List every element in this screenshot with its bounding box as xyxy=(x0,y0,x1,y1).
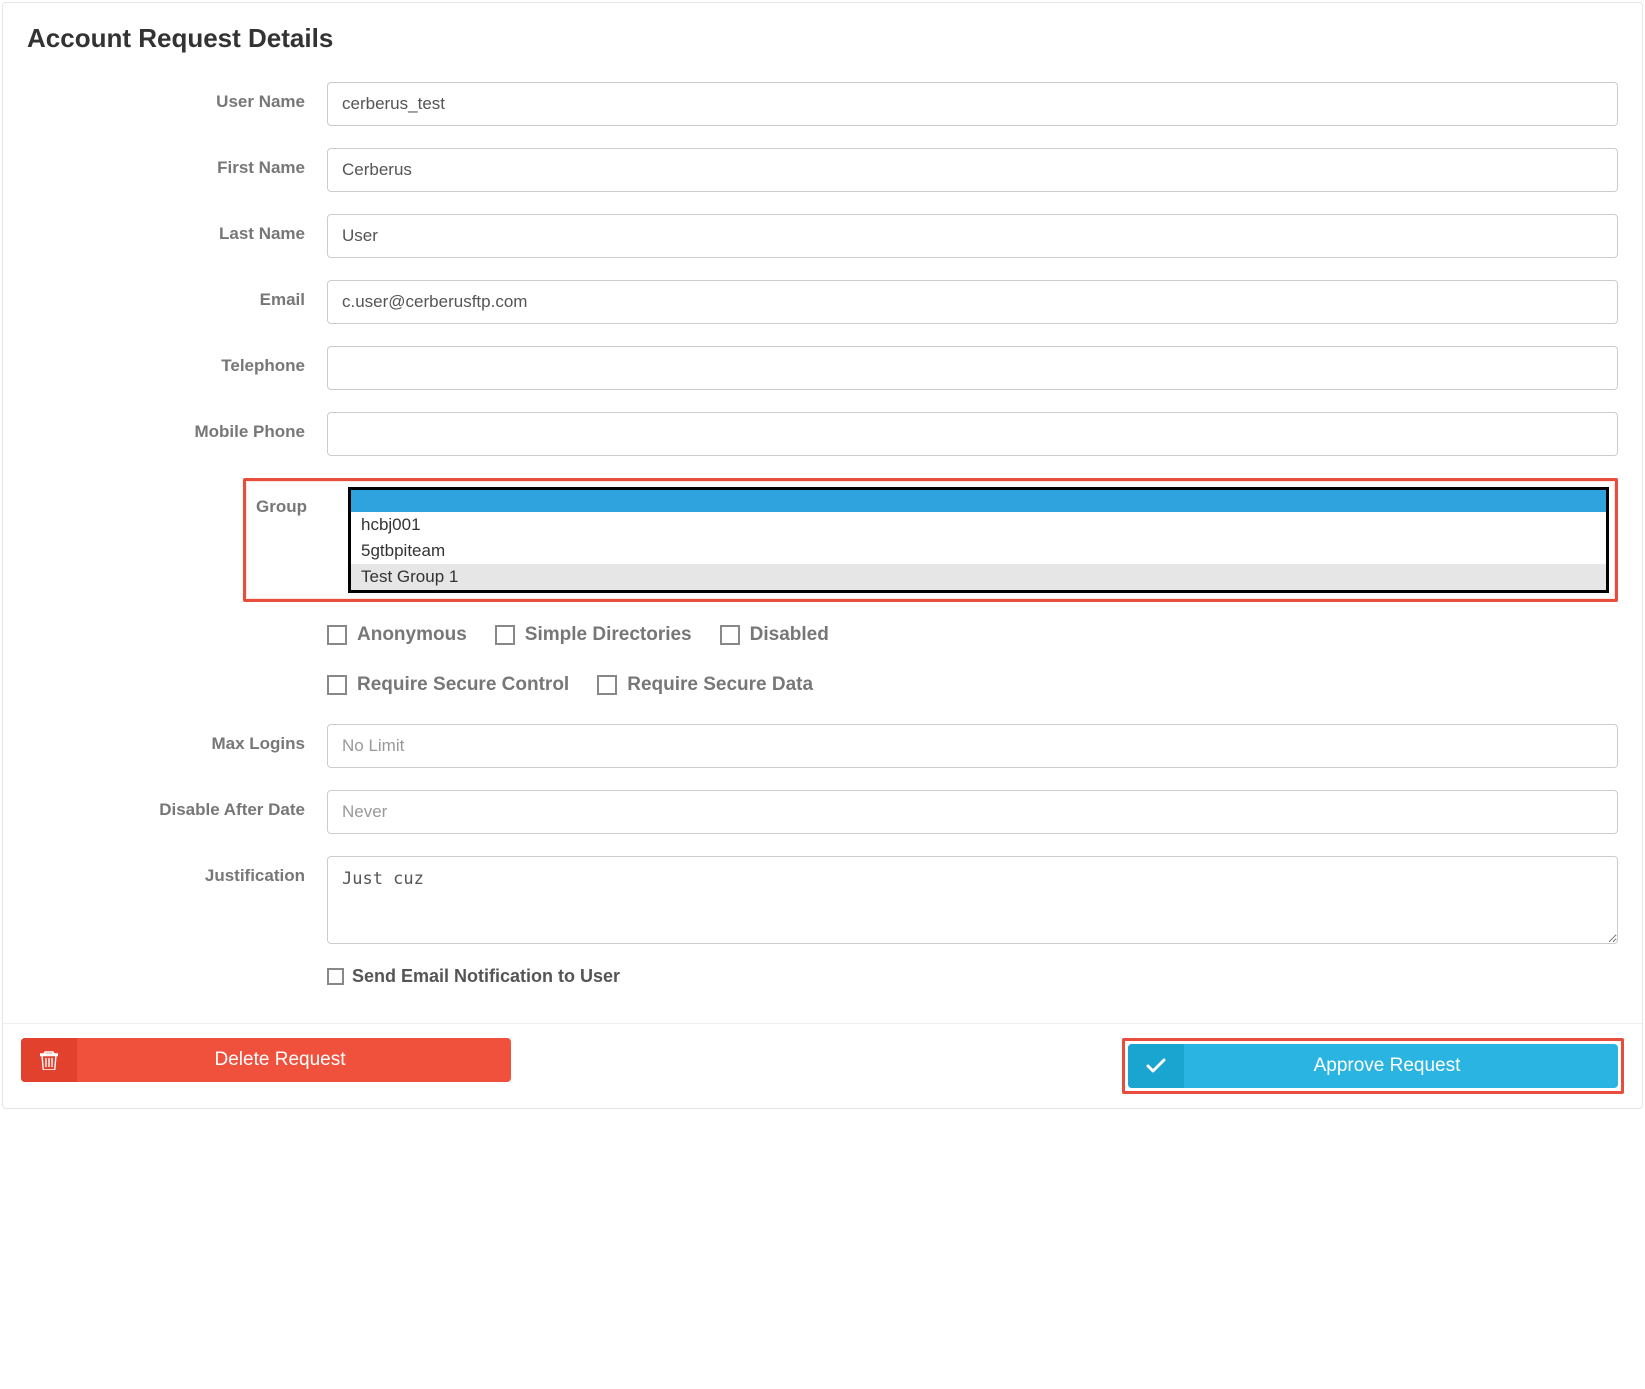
row-telephone: Telephone xyxy=(27,346,1618,390)
checkbox-require-secure-data[interactable]: Require Secure Data xyxy=(597,674,813,696)
checkbox-require-secure-control-label: Require Secure Control xyxy=(357,674,569,696)
label-disable-after-date: Disable After Date xyxy=(27,790,327,820)
input-email[interactable] xyxy=(327,280,1618,324)
checkbox-box-icon xyxy=(495,625,515,645)
delete-request-button[interactable]: Delete Request xyxy=(21,1038,511,1082)
row-justification: Justification xyxy=(27,856,1618,944)
checkbox-require-secure-control[interactable]: Require Secure Control xyxy=(327,674,569,696)
check-icon xyxy=(1128,1044,1184,1088)
textarea-justification[interactable] xyxy=(327,856,1618,944)
panel-body: Account Request Details User Name First … xyxy=(3,3,1642,1023)
label-telephone: Telephone xyxy=(27,346,327,376)
input-mobile-phone[interactable] xyxy=(327,412,1618,456)
row-max-logins: Max Logins xyxy=(27,724,1618,768)
checkbox-disabled[interactable]: Disabled xyxy=(720,624,829,646)
checkbox-box-icon xyxy=(597,675,617,695)
checkbox-anonymous-label: Anonymous xyxy=(357,624,467,646)
row-group: Group hcbj001 5gtbpiteam Test Group 1 xyxy=(27,478,1618,602)
checkbox-box-icon xyxy=(327,675,347,695)
label-first-name: First Name xyxy=(27,148,327,178)
row-notify: Send Email Notification to User xyxy=(327,966,1618,987)
group-option-test-group-1[interactable]: Test Group 1 xyxy=(351,564,1606,590)
input-user-name[interactable] xyxy=(327,82,1618,126)
checkbox-send-email-notification[interactable]: Send Email Notification to User xyxy=(327,966,620,987)
account-request-panel: Account Request Details User Name First … xyxy=(2,2,1643,1109)
checkbox-row-1: Anonymous Simple Directories Disabled xyxy=(327,624,1618,646)
input-last-name[interactable] xyxy=(327,214,1618,258)
delete-request-label: Delete Request xyxy=(77,1049,511,1071)
group-highlight-annotation: Group hcbj001 5gtbpiteam Test Group 1 xyxy=(243,478,1618,602)
group-option-empty[interactable] xyxy=(351,490,1606,512)
label-mobile-phone: Mobile Phone xyxy=(27,412,327,442)
approve-highlight-annotation: Approve Request xyxy=(1122,1038,1624,1094)
row-mobile-phone: Mobile Phone xyxy=(27,412,1618,456)
checkbox-simple-directories-label: Simple Directories xyxy=(525,624,692,646)
select-group[interactable]: hcbj001 5gtbpiteam Test Group 1 xyxy=(348,487,1609,593)
input-disable-after-date[interactable] xyxy=(327,790,1618,834)
checkbox-box-icon xyxy=(720,625,740,645)
approve-request-button[interactable]: Approve Request xyxy=(1128,1044,1618,1088)
label-justification: Justification xyxy=(27,856,327,886)
checkbox-anonymous[interactable]: Anonymous xyxy=(327,624,467,646)
group-option-hcbj001[interactable]: hcbj001 xyxy=(351,512,1606,538)
label-user-name: User Name xyxy=(27,82,327,112)
label-email: Email xyxy=(27,280,327,310)
checkbox-box-icon xyxy=(327,968,344,985)
label-group: Group xyxy=(252,487,348,593)
page-title: Account Request Details xyxy=(27,23,1618,54)
checkbox-row-2: Require Secure Control Require Secure Da… xyxy=(327,674,1618,696)
checkbox-simple-directories[interactable]: Simple Directories xyxy=(495,624,692,646)
row-last-name: Last Name xyxy=(27,214,1618,258)
trash-icon xyxy=(21,1038,77,1082)
input-max-logins[interactable] xyxy=(327,724,1618,768)
input-first-name[interactable] xyxy=(327,148,1618,192)
checkbox-send-email-notification-label: Send Email Notification to User xyxy=(352,966,620,987)
label-max-logins: Max Logins xyxy=(27,724,327,754)
checkbox-require-secure-data-label: Require Secure Data xyxy=(627,674,813,696)
label-last-name: Last Name xyxy=(27,214,327,244)
row-disable-after-date: Disable After Date xyxy=(27,790,1618,834)
group-option-5gtbpiteam[interactable]: 5gtbpiteam xyxy=(351,538,1606,564)
approve-request-label: Approve Request xyxy=(1184,1055,1618,1077)
panel-footer: Delete Request Approve Request xyxy=(3,1023,1642,1108)
input-telephone[interactable] xyxy=(327,346,1618,390)
checkbox-box-icon xyxy=(327,625,347,645)
checkbox-disabled-label: Disabled xyxy=(750,624,829,646)
row-first-name: First Name xyxy=(27,148,1618,192)
row-email: Email xyxy=(27,280,1618,324)
row-user-name: User Name xyxy=(27,82,1618,126)
